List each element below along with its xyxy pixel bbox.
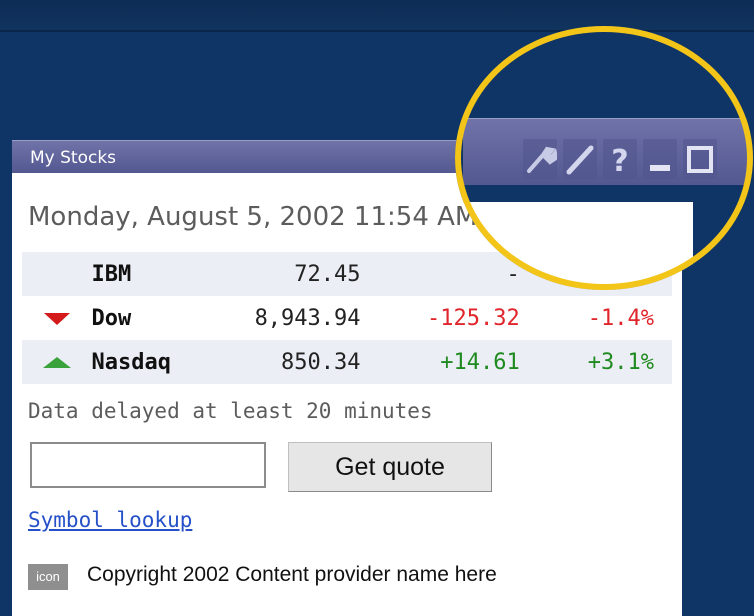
maximize-icon[interactable] [683, 139, 717, 179]
value-cell: 8,943.94 [254, 305, 361, 331]
portlet-content: Monday, August 5, 2002 11:54 AM EDST IBM… [12, 172, 682, 616]
get-quote-button[interactable]: Get quote [288, 442, 492, 492]
copyright-text: Copyright 2002 Content provider name her… [87, 563, 497, 586]
percent-cell: -- [519, 252, 672, 296]
provider-icon: icon [28, 564, 68, 590]
table-row: Dow 8,943.94 -125.32 -1.4% [22, 296, 672, 340]
trend-cell [22, 340, 92, 384]
symbol-lookup-link[interactable]: Symbol lookup [28, 508, 192, 532]
change-cell: -125.32 [427, 305, 520, 331]
symbol-cell: Nasdaq [91, 340, 212, 384]
delay-note: Data delayed at least 20 minutes [28, 399, 433, 423]
trend-cell [22, 252, 92, 296]
top-banner [0, 0, 754, 32]
portlet-title: My Stocks [30, 148, 117, 168]
table-row: IBM 72.45 - -- [22, 252, 672, 296]
date-time: Monday, August 5, 2002 11:54 AM EDST [28, 202, 555, 232]
my-stocks-portlet: My Stocks Monday, August 5, 2002 11:54 A… [12, 140, 682, 616]
down-arrow-icon [43, 312, 70, 325]
symbol-cell: IBM [91, 252, 212, 296]
percent-cell: -1.4% [587, 305, 654, 331]
quotes-table: IBM 72.45 - -- Dow 8,943.94 -125.32 -1.4… [22, 252, 672, 384]
table-row: Nasdaq 850.34 +14.61 +3.1% [22, 340, 672, 384]
portlet-titlebar: My Stocks [12, 140, 682, 173]
trend-cell [22, 296, 92, 340]
value-cell: 72.45 [211, 252, 361, 296]
up-arrow-icon [42, 357, 71, 368]
change-cell: +14.61 [360, 340, 520, 384]
symbol-input[interactable] [30, 442, 266, 488]
percent-cell: +3.1% [519, 340, 672, 384]
symbol-cell: Dow [91, 305, 132, 331]
value-cell: 850.34 [211, 340, 361, 384]
change-cell: - [360, 252, 520, 296]
